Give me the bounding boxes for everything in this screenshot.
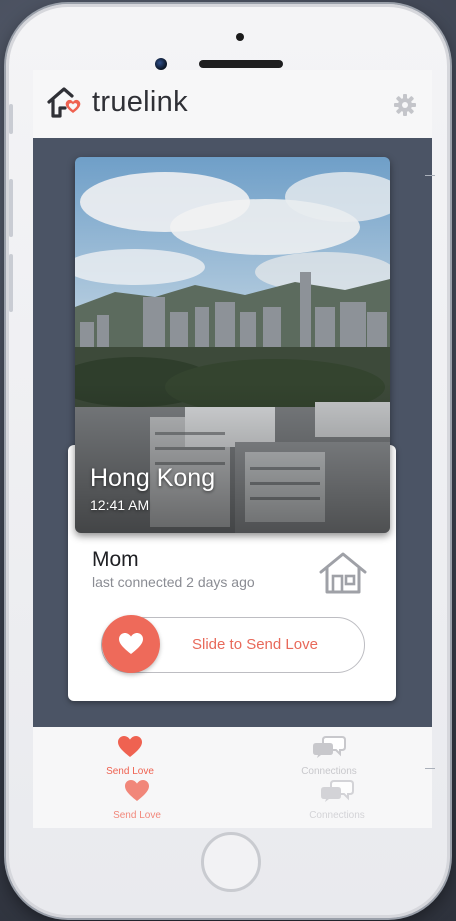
location-city: Hong Kong bbox=[90, 464, 216, 492]
heart-icon bbox=[119, 633, 143, 654]
tab-connections-duplicate: Connections bbox=[302, 779, 372, 821]
tab-connections[interactable]: Connections bbox=[294, 735, 364, 777]
app-brand-name: truelink bbox=[92, 86, 188, 118]
heart-icon bbox=[118, 736, 142, 757]
house-heart-logo-icon bbox=[47, 87, 81, 118]
chat-bubbles-icon bbox=[321, 780, 354, 802]
volume-down-button bbox=[9, 254, 13, 312]
phone-frame: truelink Hong Kong 12:41 AM Mom last con… bbox=[6, 4, 450, 918]
last-connected-status: last connected 2 days ago bbox=[92, 574, 255, 590]
earpiece-speaker bbox=[199, 60, 283, 68]
front-camera bbox=[155, 58, 167, 70]
location-time: 12:41 AM bbox=[90, 497, 150, 513]
chat-bubbles-icon bbox=[313, 736, 346, 758]
edge-divider bbox=[425, 768, 435, 769]
tab-label: Connections bbox=[309, 810, 365, 821]
app-screen: truelink Hong Kong 12:41 AM Mom last con… bbox=[33, 70, 432, 828]
tab-send-love[interactable]: Send Love bbox=[100, 735, 160, 777]
house-icon[interactable] bbox=[318, 551, 368, 595]
mute-switch bbox=[9, 104, 13, 134]
tab-label: Send Love bbox=[113, 810, 161, 821]
home-button[interactable] bbox=[201, 832, 261, 892]
gear-icon[interactable] bbox=[393, 93, 417, 117]
heart-icon bbox=[125, 780, 149, 801]
edge-divider bbox=[425, 175, 435, 176]
slider-label: Slide to Send Love bbox=[192, 636, 318, 653]
tab-label: Connections bbox=[301, 766, 357, 777]
volume-up-button bbox=[9, 179, 13, 237]
tab-label: Send Love bbox=[106, 766, 154, 777]
slider-knob[interactable] bbox=[102, 615, 160, 673]
city-photo[interactable]: Hong Kong 12:41 AM bbox=[75, 157, 390, 533]
app-header: truelink bbox=[33, 70, 432, 138]
tab-send-love-duplicate: Send Love bbox=[107, 779, 167, 821]
bottom-tab-bar: Send Love Connections Send Love Connecti… bbox=[33, 727, 432, 828]
contact-name: Mom bbox=[92, 548, 139, 571]
proximity-sensor bbox=[236, 33, 244, 41]
